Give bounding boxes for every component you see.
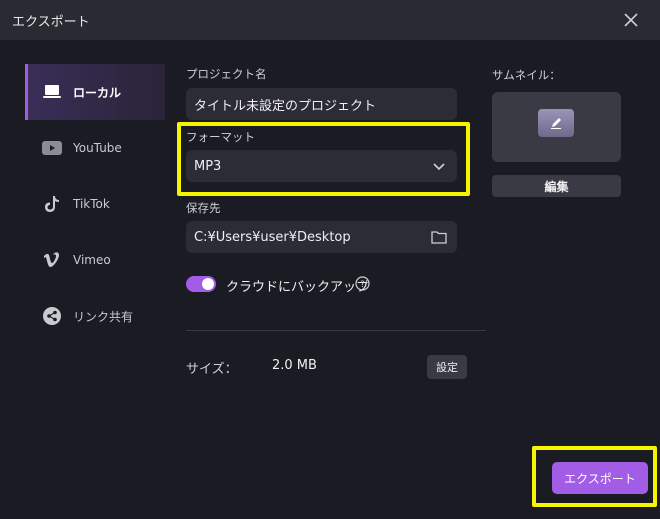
- title-bar: エクスポート: [0, 0, 660, 40]
- sidebar-item-label: TikTok: [73, 197, 110, 211]
- format-highlight-box: [177, 122, 470, 196]
- sidebar-item-tiktok[interactable]: TikTok: [25, 176, 165, 232]
- image-edit-icon: [538, 109, 574, 137]
- sidebar-item-label: ローカル: [73, 85, 122, 100]
- youtube-icon: [41, 139, 63, 157]
- tiktok-icon: [41, 195, 63, 213]
- edit-thumbnail-button[interactable]: 編集: [492, 175, 621, 197]
- cloud-backup-label: クラウドにバックアップ: [226, 280, 370, 295]
- vimeo-icon: [41, 251, 63, 269]
- settings-button[interactable]: 設定: [427, 355, 467, 379]
- folder-icon[interactable]: [431, 230, 447, 244]
- project-name-label: プロジェクト名: [186, 67, 267, 81]
- svg-text:?: ?: [360, 280, 365, 290]
- share-icon: [41, 307, 63, 325]
- project-name-value: タイトル未設定のプロジェクト: [194, 98, 377, 114]
- project-name-input[interactable]: タイトル未設定のプロジェクト: [186, 88, 457, 120]
- sidebar-item-link-share[interactable]: リンク共有: [25, 288, 165, 344]
- sidebar-item-local[interactable]: ローカル: [25, 64, 165, 120]
- sidebar-item-youtube[interactable]: YouTube: [25, 120, 165, 176]
- export-destination-sidebar: ローカル YouTube TikTok Vimeo リンク共有: [25, 64, 165, 344]
- size-value: 2.0 MB: [272, 358, 317, 373]
- window-title: エクスポート: [12, 15, 90, 30]
- section-divider: [186, 330, 486, 331]
- sidebar-item-vimeo[interactable]: Vimeo: [25, 232, 165, 288]
- save-to-label: 保存先: [186, 201, 221, 215]
- save-to-value: C:¥Users¥user¥Desktop: [194, 229, 351, 245]
- sidebar-item-label: YouTube: [73, 141, 122, 155]
- thumbnail-label: サムネイル：: [492, 68, 561, 82]
- cloud-backup-toggle[interactable]: [186, 276, 216, 292]
- export-button[interactable]: エクスポート: [552, 462, 648, 494]
- help-icon[interactable]: ?: [355, 276, 370, 291]
- computer-icon: [41, 83, 63, 101]
- sidebar-item-label: リンク共有: [73, 309, 134, 324]
- thumbnail-preview: [492, 92, 621, 162]
- toggle-knob: [202, 278, 214, 290]
- close-icon[interactable]: [622, 11, 640, 29]
- size-label: サイズ：: [186, 362, 238, 377]
- sidebar-item-label: Vimeo: [73, 253, 111, 267]
- save-to-input[interactable]: C:¥Users¥user¥Desktop: [186, 221, 457, 253]
